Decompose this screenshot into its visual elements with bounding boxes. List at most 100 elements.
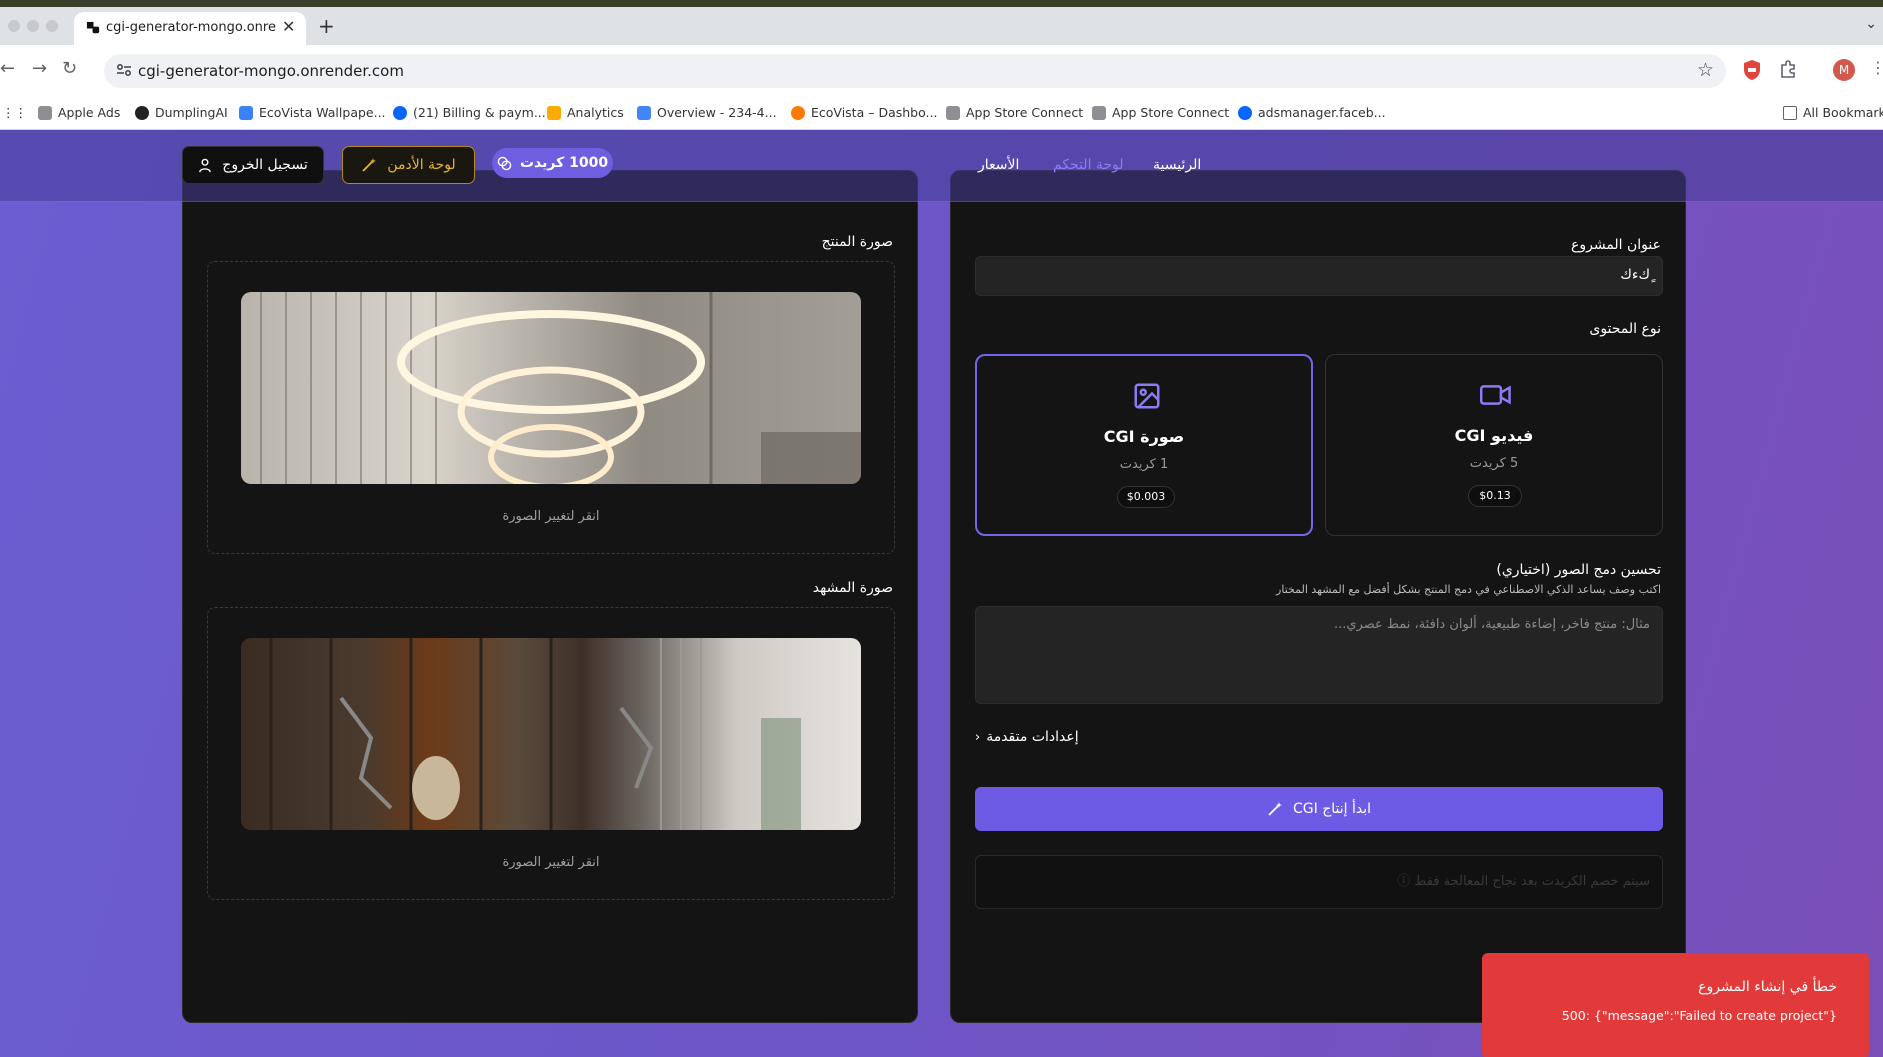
address-bar[interactable]: cgi-generator-mongo.onrender.com ☆ (104, 54, 1726, 88)
site-settings-icon[interactable] (116, 62, 132, 78)
scene-image-dropzone[interactable]: انقر لتغيير الصورة (207, 607, 895, 900)
toast-message: 500: {"message":"Failed to create projec… (1561, 1008, 1837, 1023)
option-credits: 5 كريدت (1469, 456, 1519, 471)
new-tab-icon[interactable]: + (318, 14, 335, 38)
credit-note-box: سيتم خصم الكريدت بعد نجاح المعالجة فقط ⓘ (975, 855, 1663, 909)
browser-tab-bar: cgi-generator-mongo.onrender.com ✕ + ⌄ (0, 0, 1883, 45)
option-price-badge: $0.13 (1468, 485, 1522, 507)
nav-pricing[interactable]: الأسعار (978, 157, 1019, 173)
credits-text: 1000 كريدت (519, 155, 609, 171)
cgi-image-option[interactable]: صورة CGI 1 كريدت $0.003 (975, 354, 1313, 536)
enhance-textarea[interactable]: مثال: منتج فاخر، إضاءة طبيعية، ألوان داف… (975, 606, 1663, 704)
scene-image-render (269, 638, 801, 830)
product-image-dropzone[interactable]: انقر لتغيير الصورة (207, 261, 895, 554)
bookmark-item[interactable]: Apple Ads (38, 105, 120, 120)
extensions-puzzle-icon[interactable] (1779, 59, 1797, 79)
google-ads-icon (637, 105, 651, 120)
option-credits: 1 كريدت (1119, 457, 1169, 472)
apple-icon (946, 105, 960, 120)
product-image-label: صورة المنتج (821, 234, 893, 250)
project-title-input[interactable]: ٍكءك (975, 256, 1663, 296)
back-arrow-icon[interactable]: ← (0, 58, 15, 79)
app-navbar: الرئيسية لوحة التحكم الأسعار 1000 كريدت … (0, 130, 1883, 202)
analytics-icon (547, 105, 561, 120)
site-favicon-icon (86, 21, 100, 34)
bookmark-star-icon[interactable]: ☆ (1697, 59, 1714, 81)
magic-wand-icon (1268, 802, 1282, 816)
change-image-hint: انقر لتغيير الصورة (502, 855, 600, 870)
option-title: صورة CGI (1103, 427, 1185, 446)
content-type-label: نوع المحتوى (1589, 321, 1661, 337)
browser-toolbar: ← → ↻ cgi-generator-mongo.onrender.com ☆… (0, 45, 1883, 97)
bookmark-item[interactable]: Overview - 234-4... (637, 105, 777, 120)
product-image-render (260, 292, 861, 484)
browser-tab-active[interactable]: cgi-generator-mongo.onrender.com ✕ (74, 12, 306, 45)
apps-grid-icon[interactable]: ⋮⋮ (2, 105, 27, 120)
project-form-card: عنوان المشروع ٍكءك نوع المحتوى صورة CGI … (950, 170, 1686, 1023)
advanced-settings-label: إعدادات متقدمة (986, 729, 1079, 745)
enhance-label: تحسين دمج الصور (اختياري) (1496, 562, 1661, 578)
admin-panel-button[interactable]: لوحة الأدمن (342, 146, 475, 184)
bookmark-item[interactable]: DumplingAI (135, 105, 228, 120)
tab-title: cgi-generator-mongo.onrender.com (106, 20, 276, 35)
dumpling-icon (135, 105, 149, 120)
coins-icon (497, 156, 512, 170)
browser-menu-icon[interactable]: ⋮ (1870, 58, 1883, 77)
bookmark-item[interactable]: App Store Connect (946, 105, 1083, 120)
bookmark-item[interactable]: EcoVista – Dashbo... (791, 105, 937, 120)
window-top-strip (0, 0, 1883, 7)
close-window-button[interactable] (8, 20, 20, 32)
bookmark-item[interactable]: adsmanager.faceb... (1238, 105, 1386, 120)
profile-avatar[interactable]: M (1833, 59, 1855, 81)
toast-title: خطأ في إنشاء المشروع (1698, 979, 1837, 995)
close-tab-icon[interactable]: ✕ (282, 17, 295, 36)
option-price-badge: $0.003 (1117, 486, 1175, 508)
apple-icon (38, 105, 52, 120)
scene-image[interactable] (241, 638, 861, 830)
minimize-window-button[interactable] (27, 20, 39, 32)
magic-wand-icon (362, 158, 377, 172)
scene-image-label: صورة المشهد (812, 580, 893, 596)
credits-badge[interactable]: 1000 كريدت (492, 148, 613, 178)
all-bookmarks[interactable]: All Bookmarks (1783, 105, 1883, 120)
meta-icon (393, 105, 407, 120)
ecovista-icon (239, 105, 253, 120)
folder-icon (1783, 105, 1797, 120)
generate-button-label: ابدأ إنتاج CGI (1293, 801, 1372, 817)
video-camera-icon (1480, 385, 1511, 405)
image-icon (1134, 383, 1160, 409)
nav-home[interactable]: الرئيسية (1153, 157, 1201, 173)
logout-button[interactable]: تسجيل الخروج (182, 146, 324, 184)
info-icon: ⓘ (1397, 874, 1411, 889)
project-title-label: عنوان المشروع (1570, 237, 1661, 253)
chevron-left-icon: ‹ (975, 729, 981, 745)
credit-note-text: سيتم خصم الكريدت بعد نجاح المعالجة فقط (1414, 874, 1650, 889)
enhance-help-text: اكتب وصف يساعد الذكي الاصطناعي في دمج ال… (1276, 583, 1661, 596)
nav-dashboard[interactable]: لوحة التحكم (1053, 157, 1124, 173)
apple-icon (1092, 105, 1106, 120)
product-image[interactable] (241, 292, 861, 484)
adblock-extension-icon[interactable] (1742, 59, 1762, 81)
advanced-settings-toggle[interactable]: إعدادات متقدمة ‹ (975, 729, 1079, 745)
bookmark-item[interactable]: App Store Connect (1092, 105, 1229, 120)
option-title: فيديو CGI (1454, 426, 1534, 445)
firebase-icon (791, 105, 805, 120)
start-generation-button[interactable]: ابدأ إنتاج CGI (975, 787, 1663, 831)
forward-arrow-icon[interactable]: → (32, 58, 47, 79)
tab-search-chevron-icon[interactable]: ⌄ (1865, 16, 1877, 32)
bookmarks-bar: ⋮⋮ Apple Ads DumplingAI EcoVista Wallpap… (0, 97, 1883, 130)
meta-icon (1238, 105, 1252, 120)
bookmark-item[interactable]: Analytics (547, 105, 624, 120)
url-text: cgi-generator-mongo.onrender.com (138, 62, 404, 80)
change-image-hint: انقر لتغيير الصورة (502, 509, 600, 524)
page-viewport: صورة المنتج انقر لتغيير الصورة صورة المش… (0, 130, 1883, 1057)
bookmark-item[interactable]: (21) Billing & paym... (393, 105, 546, 120)
error-toast[interactable]: خطأ في إنشاء المشروع 500: {"message":"Fa… (1482, 953, 1869, 1057)
cgi-video-option[interactable]: فيديو CGI 5 كريدت $0.13 (1325, 354, 1663, 536)
maximize-window-button[interactable] (46, 20, 58, 32)
uploads-card: صورة المنتج انقر لتغيير الصورة صورة المش… (182, 170, 918, 1023)
logout-button-label: تسجيل الخروج (222, 157, 308, 173)
reload-icon[interactable]: ↻ (62, 58, 77, 79)
user-icon (199, 158, 212, 172)
bookmark-item[interactable]: EcoVista Wallpape... (239, 105, 386, 120)
